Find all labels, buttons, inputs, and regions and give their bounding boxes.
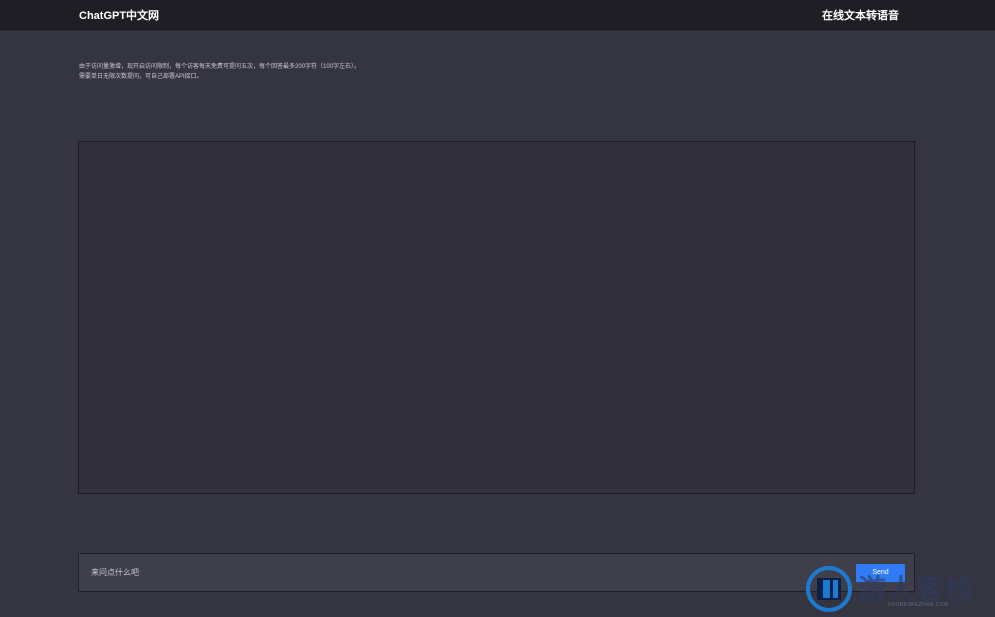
- page-title: 在线文本转语音: [822, 10, 899, 22]
- watermark-subtext: YOURENKEZHAN.COM: [887, 602, 949, 608]
- usage-limit-notice: 由于访问量激增，现开启访问限制，每个访客每天免费可提问五次，每个回答最多200字…: [79, 62, 439, 82]
- chat-output-area[interactable]: [78, 141, 915, 494]
- site-brand[interactable]: ChatGPT中文网: [79, 7, 159, 23]
- notice-line: 由于访问量激增，现开启访问限制，每个访客每天免费可提问五次，每个回答最多200字…: [79, 64, 361, 70]
- message-input[interactable]: [91, 562, 791, 583]
- message-composer: Send: [78, 553, 915, 592]
- top-navigation-bar: ChatGPT中文网 在线文本转语音: [0, 0, 995, 31]
- notice-line: 需要单日无限次数提问，可自己部署API接口。: [79, 74, 203, 80]
- send-button[interactable]: Send: [856, 564, 905, 582]
